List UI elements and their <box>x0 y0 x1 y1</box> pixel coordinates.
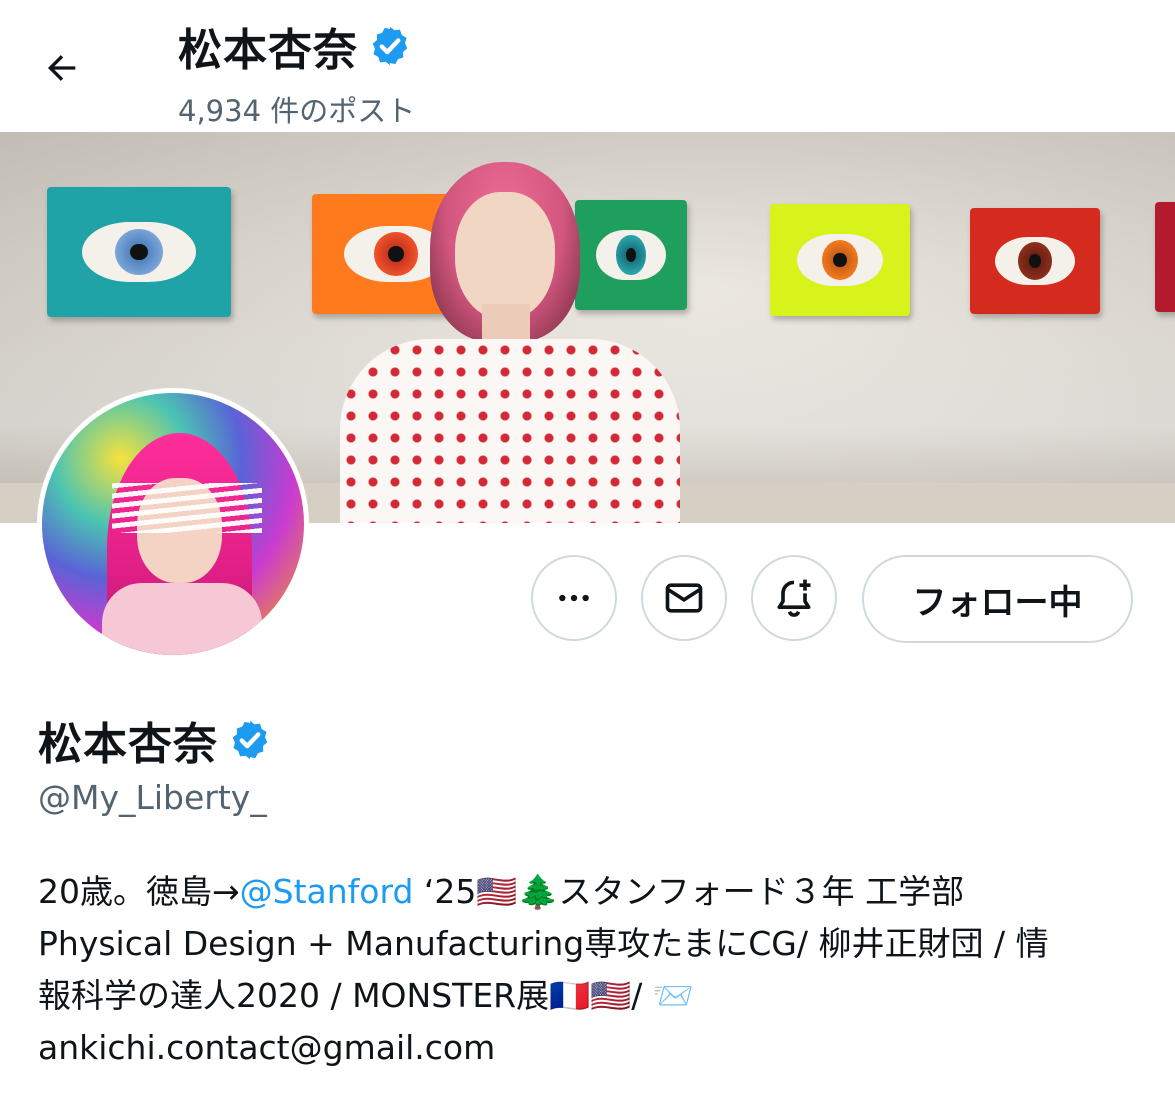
notification-button[interactable] <box>751 555 837 641</box>
header-title-row: 松本杏奈 <box>178 14 412 78</box>
banner-painting <box>970 208 1100 314</box>
profile-name-row: 松本杏奈 <box>38 708 272 772</box>
following-button[interactable]: フォロー中 <box>862 555 1133 643</box>
verified-badge-icon <box>372 26 408 66</box>
banner-painting <box>47 187 231 317</box>
verified-badge-icon <box>232 720 268 760</box>
message-button[interactable] <box>641 555 727 641</box>
more-icon <box>559 594 589 602</box>
top-header: 松本杏奈 4,934 件のポスト <box>0 0 1175 132</box>
profile-handle: @My_Liberty_ <box>38 778 267 817</box>
bio-line: 報科学の達人2020 / MONSTER展🇫🇷🇺🇸/ 📨 <box>38 976 694 1015</box>
bio-line: 20歳。徳島→@Stanford ‘25🇺🇸🌲スタンフォード３年 工学部 <box>38 866 1138 918</box>
bio-text: 20歳。徳島→ <box>38 872 240 911</box>
notification-bell-add-icon <box>777 579 811 617</box>
banner-person <box>300 154 720 523</box>
bio-line: Physical Design + Manufacturing専攻たまにCG/ … <box>38 924 1049 963</box>
bio-email: ankichi.contact@gmail.com <box>38 1028 496 1067</box>
bio-mention-link[interactable]: @Stanford <box>240 872 414 911</box>
back-button[interactable] <box>30 40 94 96</box>
header-display-name: 松本杏奈 <box>178 25 358 76</box>
message-icon <box>665 583 703 613</box>
banner-painting <box>1155 202 1175 312</box>
profile-display-name: 松本杏奈 <box>38 719 218 770</box>
banner-painting <box>770 204 910 316</box>
more-button[interactable] <box>531 555 617 641</box>
bio-text: ‘25🇺🇸🌲スタンフォード３年 工学部 <box>413 872 965 911</box>
profile-avatar[interactable] <box>37 388 309 660</box>
header-post-count: 4,934 件のポスト <box>178 94 416 128</box>
back-arrow-icon <box>47 55 76 81</box>
profile-bio: 20歳。徳島→@Stanford ‘25🇺🇸🌲スタンフォード３年 工学部 Phy… <box>38 866 1138 1074</box>
